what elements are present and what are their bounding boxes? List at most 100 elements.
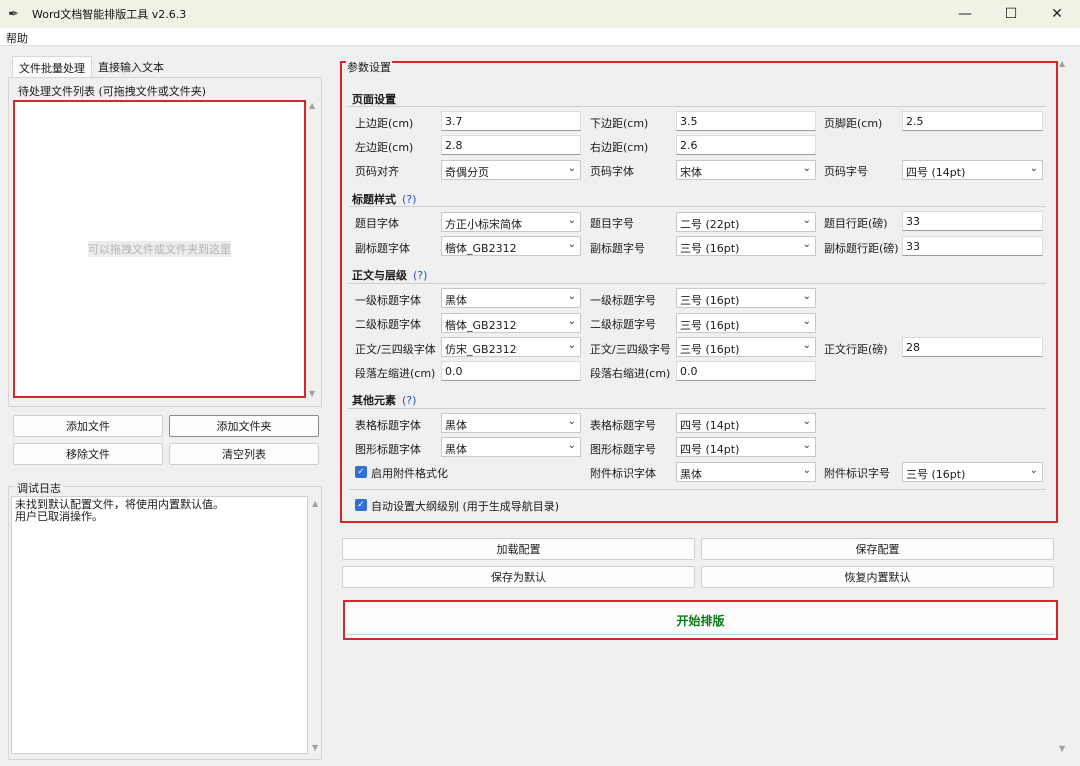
h2-font-select[interactable]: 楷体_GB2312 ⌄	[441, 313, 581, 333]
chevron-down-icon: ⌄	[802, 215, 811, 226]
body-font-select[interactable]: 仿宋_GB2312 ⌄	[441, 337, 581, 357]
body-spacing-label: 正文行距(磅)	[824, 343, 888, 356]
add-file-button[interactable]: 添加文件	[13, 415, 163, 437]
chevron-down-icon: ⌄	[802, 291, 811, 302]
scroll-up-icon[interactable]: ▲	[309, 101, 315, 110]
h1-font-label: 一级标题字体	[355, 294, 421, 307]
h1-size-label: 一级标题字号	[590, 294, 656, 307]
maximize-button[interactable]: ☐	[988, 0, 1034, 28]
minimize-button[interactable]: —	[942, 0, 988, 28]
chevron-down-icon: ⌄	[802, 163, 811, 174]
separator	[348, 489, 1046, 490]
file-drop-list[interactable]: 可以拖拽文件或文件夹到这里	[13, 100, 306, 398]
table-size-select[interactable]: 四号 (14pt) ⌄	[676, 413, 816, 433]
log-scroll-up-icon[interactable]: ▲	[312, 499, 318, 508]
other-help-link[interactable]: (?)	[402, 394, 416, 407]
subtitle-font-select[interactable]: 楷体_GB2312 ⌄	[441, 236, 581, 256]
h1-size-select[interactable]: 三号 (16pt) ⌄	[676, 288, 816, 308]
attach-font-value: 黑体	[680, 468, 702, 481]
footer-margin-label: 页脚距(cm)	[824, 117, 883, 130]
left-margin-label: 左边距(cm)	[355, 141, 414, 154]
restore-default-button[interactable]: 恢复内置默认	[701, 566, 1054, 588]
tab-direct-input[interactable]: 直接输入文本	[92, 56, 170, 78]
drop-hint: 可以拖拽文件或文件夹到这里	[88, 241, 231, 257]
add-folder-button[interactable]: 添加文件夹	[169, 415, 319, 437]
subtitle-size-value: 三号 (16pt)	[680, 242, 740, 255]
h2-size-label: 二级标题字号	[590, 318, 656, 331]
chevron-down-icon: ⌄	[802, 440, 811, 451]
table-font-value: 黑体	[445, 419, 467, 432]
subtitle-spacing-input[interactable]: 33	[902, 236, 1043, 256]
pagenum-align-value: 奇偶分页	[445, 166, 489, 179]
attach-font-select[interactable]: 黑体 ⌄	[676, 462, 816, 482]
figure-font-label: 图形标题字体	[355, 443, 421, 456]
separator	[348, 408, 1046, 409]
subtitle-size-select[interactable]: 三号 (16pt) ⌄	[676, 236, 816, 256]
body-help-link[interactable]: (?)	[413, 269, 427, 282]
load-config-button[interactable]: 加载配置	[342, 538, 695, 560]
remove-file-button[interactable]: 移除文件	[13, 443, 163, 465]
right-margin-input[interactable]: 2.6	[676, 135, 816, 155]
section-body-label: 正文与层级	[352, 269, 407, 282]
title-font-select[interactable]: 方正小标宋简体 ⌄	[441, 212, 581, 232]
chevron-down-icon: ⌄	[567, 163, 576, 174]
params-scroll-up-icon[interactable]: ▲	[1059, 59, 1065, 68]
filelist-legend: 待处理文件列表 (可拖拽文件或文件夹)	[16, 83, 209, 99]
tab-batch-files[interactable]: 文件批量处理	[12, 56, 92, 78]
pagenum-font-select[interactable]: 宋体 ⌄	[676, 160, 816, 180]
params-scroll-down-icon[interactable]: ▼	[1059, 744, 1065, 753]
title-size-label: 题目字号	[590, 217, 634, 230]
title-spacing-input[interactable]: 33	[902, 211, 1043, 231]
subtitle-font-label: 副标题字体	[355, 242, 410, 255]
left-margin-input[interactable]: 2.8	[441, 135, 581, 155]
h1-font-select[interactable]: 黑体 ⌄	[441, 288, 581, 308]
debug-log[interactable]: 未找到默认配置文件，将使用内置默认值。 用户已取消操作。	[11, 496, 308, 754]
chevron-down-icon: ⌄	[802, 465, 811, 476]
h1-size-value: 三号 (16pt)	[680, 294, 740, 307]
figure-size-select[interactable]: 四号 (14pt) ⌄	[676, 437, 816, 457]
section-page-title: 页面设置	[352, 93, 396, 106]
body-spacing-input[interactable]: 28	[902, 337, 1043, 357]
separator	[348, 283, 1046, 284]
attach-enable-checkbox[interactable]: ✓	[355, 466, 367, 478]
close-button[interactable]: ✕	[1034, 0, 1080, 28]
figure-font-select[interactable]: 黑体 ⌄	[441, 437, 581, 457]
top-margin-input[interactable]: 3.7	[441, 111, 581, 131]
scroll-down-icon[interactable]: ▼	[309, 389, 315, 398]
table-font-select[interactable]: 黑体 ⌄	[441, 413, 581, 433]
menu-bar: 帮助	[0, 28, 1080, 46]
outline-checkbox[interactable]: ✓	[355, 499, 367, 511]
right-indent-label: 段落右缩进(cm)	[590, 367, 671, 380]
save-default-button[interactable]: 保存为默认	[342, 566, 695, 588]
body-size-select[interactable]: 三号 (16pt) ⌄	[676, 337, 816, 357]
start-format-button[interactable]: 开始排版	[343, 600, 1058, 640]
chevron-down-icon: ⌄	[802, 239, 811, 250]
section-title-style: 标题样式 (?)	[352, 191, 416, 207]
h2-size-value: 三号 (16pt)	[680, 319, 740, 332]
figure-size-label: 图形标题字号	[590, 443, 656, 456]
title-size-select[interactable]: 二号 (22pt) ⌄	[676, 212, 816, 232]
figure-size-value: 四号 (14pt)	[680, 443, 740, 456]
bottom-margin-label: 下边距(cm)	[590, 117, 649, 130]
left-indent-input[interactable]: 0.0	[441, 361, 581, 381]
table-size-value: 四号 (14pt)	[680, 419, 740, 432]
right-indent-input[interactable]: 0.0	[676, 361, 816, 381]
feather-icon: ✒	[8, 6, 19, 22]
section-title-style-label: 标题样式	[352, 193, 396, 206]
save-config-button[interactable]: 保存配置	[701, 538, 1054, 560]
figure-font-value: 黑体	[445, 443, 467, 456]
clear-list-button[interactable]: 清空列表	[169, 443, 319, 465]
title-style-help-link[interactable]: (?)	[402, 193, 416, 206]
h2-size-select[interactable]: 三号 (16pt) ⌄	[676, 313, 816, 333]
log-scroll-down-icon[interactable]: ▼	[312, 743, 318, 752]
top-margin-label: 上边距(cm)	[355, 117, 414, 130]
right-margin-label: 右边距(cm)	[590, 141, 649, 154]
pagenum-size-select[interactable]: 四号 (14pt) ⌄	[902, 160, 1043, 180]
log-legend: 调试日志	[15, 480, 63, 496]
pagenum-align-select[interactable]: 奇偶分页 ⌄	[441, 160, 581, 180]
attach-size-select[interactable]: 三号 (16pt) ⌄	[902, 462, 1043, 482]
attach-enable-label: 启用附件格式化	[371, 467, 448, 480]
bottom-margin-input[interactable]: 3.5	[676, 111, 816, 131]
menu-help[interactable]: 帮助	[6, 30, 28, 46]
footer-margin-input[interactable]: 2.5	[902, 111, 1043, 131]
